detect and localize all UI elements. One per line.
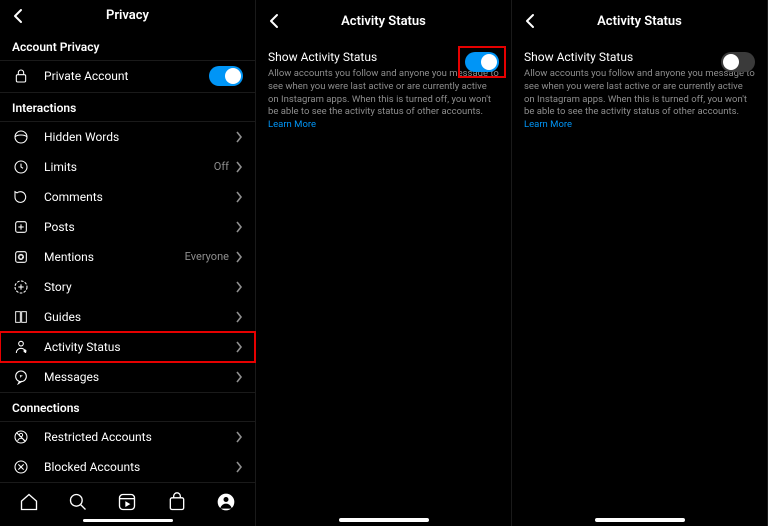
header: Activity Status xyxy=(512,0,767,42)
tab-search[interactable] xyxy=(67,491,89,513)
restricted-icon xyxy=(12,428,30,446)
back-button[interactable] xyxy=(264,11,284,31)
blocked-row[interactable]: Blocked Accounts xyxy=(0,452,255,482)
posts-icon xyxy=(12,218,30,236)
restricted-row[interactable]: Restricted Accounts xyxy=(0,422,255,452)
chevron-right-icon xyxy=(235,161,243,173)
back-button[interactable] xyxy=(8,6,28,26)
show-activity-toggle[interactable] xyxy=(465,52,499,72)
home-indicator xyxy=(595,518,685,522)
chevron-right-icon xyxy=(235,131,243,143)
guides-icon xyxy=(12,308,30,326)
section-connections: Connections xyxy=(0,392,255,422)
chevron-left-icon xyxy=(268,13,280,29)
private-account-row[interactable]: Private Account xyxy=(0,61,255,92)
learn-more-link[interactable]: Learn More xyxy=(524,119,572,130)
blocked-label: Blocked Accounts xyxy=(44,460,235,474)
comments-label: Comments xyxy=(44,190,235,204)
header-title: Activity Status xyxy=(597,14,682,29)
section-interactions: Interactions xyxy=(0,92,255,122)
story-row[interactable]: Story xyxy=(0,272,255,302)
chevron-right-icon xyxy=(235,371,243,383)
activity-status-panel-on: Activity Status Show Activity Status All… xyxy=(256,0,512,526)
activity-status-row[interactable]: Activity Status xyxy=(0,332,255,362)
chevron-left-icon xyxy=(12,8,24,24)
messages-row[interactable]: Messages xyxy=(0,362,255,392)
tab-home[interactable] xyxy=(18,491,40,513)
learn-more-link[interactable]: Learn More xyxy=(268,119,316,130)
private-account-label: Private Account xyxy=(44,69,209,83)
messages-label: Messages xyxy=(44,370,235,384)
chevron-left-icon xyxy=(524,13,536,29)
home-indicator xyxy=(83,519,173,522)
activity-status-panel-off: Activity Status Show Activity Status All… xyxy=(512,0,768,526)
header-title: Activity Status xyxy=(341,14,426,29)
hidden-words-icon xyxy=(12,128,30,146)
chevron-right-icon xyxy=(235,251,243,263)
chevron-right-icon xyxy=(235,341,243,353)
limits-label: Limits xyxy=(44,160,214,174)
privacy-panel: Privacy Account Privacy Private Account … xyxy=(0,0,256,526)
comments-row[interactable]: Comments xyxy=(0,182,255,212)
mentions-icon xyxy=(12,248,30,266)
chevron-right-icon xyxy=(235,191,243,203)
blocked-icon xyxy=(12,458,30,476)
lock-icon xyxy=(12,67,30,85)
tab-profile[interactable] xyxy=(215,491,237,513)
activity-status-label: Activity Status xyxy=(44,340,235,354)
activity-status-icon xyxy=(12,338,30,356)
header: Privacy xyxy=(0,0,255,32)
show-activity-toggle[interactable] xyxy=(721,52,755,72)
posts-label: Posts xyxy=(44,220,235,234)
header-title: Privacy xyxy=(106,8,149,23)
limits-icon xyxy=(12,158,30,176)
mentions-label: Mentions xyxy=(44,250,185,264)
limits-aux: Off xyxy=(214,160,229,173)
chevron-right-icon xyxy=(235,311,243,323)
mentions-row[interactable]: Mentions Everyone xyxy=(0,242,255,272)
tab-shop[interactable] xyxy=(166,491,188,513)
story-icon xyxy=(12,278,30,296)
tab-reels[interactable] xyxy=(116,491,138,513)
guides-row[interactable]: Guides xyxy=(0,302,255,332)
chevron-right-icon xyxy=(235,431,243,443)
show-activity-desc: Allow accounts you follow and anyone you… xyxy=(524,68,755,132)
home-indicator xyxy=(339,518,429,522)
show-activity-block: Show Activity Status Allow accounts you … xyxy=(512,42,767,132)
mentions-aux: Everyone xyxy=(185,250,229,263)
restricted-label: Restricted Accounts xyxy=(44,430,235,444)
chevron-right-icon xyxy=(235,281,243,293)
hidden-words-row[interactable]: Hidden Words xyxy=(0,122,255,152)
chevron-right-icon xyxy=(235,221,243,233)
header: Activity Status xyxy=(256,0,511,42)
comments-icon xyxy=(12,188,30,206)
guides-label: Guides xyxy=(44,310,235,324)
section-account-privacy: Account Privacy xyxy=(0,32,255,61)
limits-row[interactable]: Limits Off xyxy=(0,152,255,182)
chevron-right-icon xyxy=(235,461,243,473)
back-button[interactable] xyxy=(520,11,540,31)
story-label: Story xyxy=(44,280,235,294)
posts-row[interactable]: Posts xyxy=(0,212,255,242)
private-account-toggle[interactable] xyxy=(209,66,243,86)
messages-icon xyxy=(12,368,30,386)
show-activity-desc: Allow accounts you follow and anyone you… xyxy=(268,68,499,132)
show-activity-block: Show Activity Status Allow accounts you … xyxy=(256,42,511,132)
tab-bar xyxy=(0,482,255,517)
hidden-words-label: Hidden Words xyxy=(44,130,235,144)
